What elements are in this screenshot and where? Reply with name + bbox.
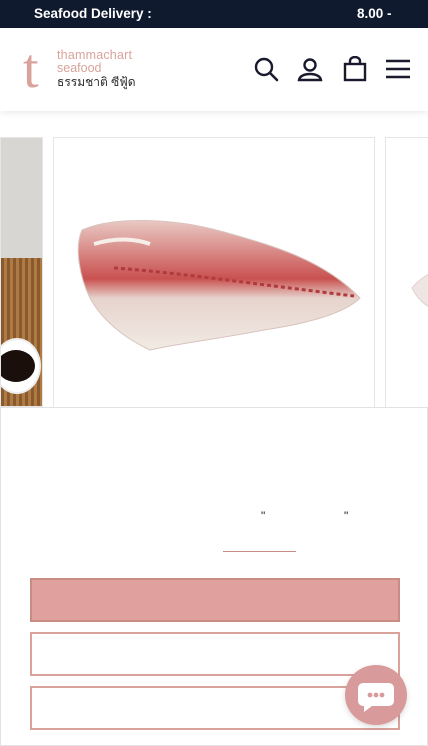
logo-line-1: thammachart	[57, 48, 133, 62]
quote-close: "	[344, 509, 349, 523]
account-icon[interactable]	[297, 56, 323, 82]
search-icon[interactable]	[253, 56, 279, 82]
announcement-left-text: Seafood Delivery :	[34, 6, 152, 21]
menu-icon[interactable]	[385, 56, 411, 82]
brand-logo[interactable]: t thammachart seafood ธรรมชาติ ซีฟู้ด	[23, 38, 143, 100]
fish-fillet-image	[77, 219, 361, 351]
announcement-bar: Seafood Delivery : 8.00 -	[0, 0, 428, 28]
product-carousel[interactable]	[0, 111, 428, 427]
logo-letter: t	[23, 38, 39, 100]
cart-icon[interactable]	[342, 56, 368, 82]
site-header: t thammachart seafood ธรรมชาติ ซีฟู้ด	[0, 28, 428, 111]
quote-open: "	[261, 509, 266, 523]
chat-button[interactable]	[345, 665, 407, 725]
announcement-right-text: 8.00 -	[357, 6, 392, 21]
product-card[interactable]	[53, 137, 375, 427]
primary-button[interactable]	[30, 578, 400, 622]
product-card-next[interactable]	[385, 137, 428, 427]
link-underline[interactable]	[223, 551, 296, 552]
fish-image-next	[411, 274, 428, 307]
logo-line-3: ธรรมชาติ ซีฟู้ด	[57, 75, 136, 89]
product-card-previous[interactable]	[0, 137, 43, 407]
chat-bubble-icon	[358, 683, 394, 712]
